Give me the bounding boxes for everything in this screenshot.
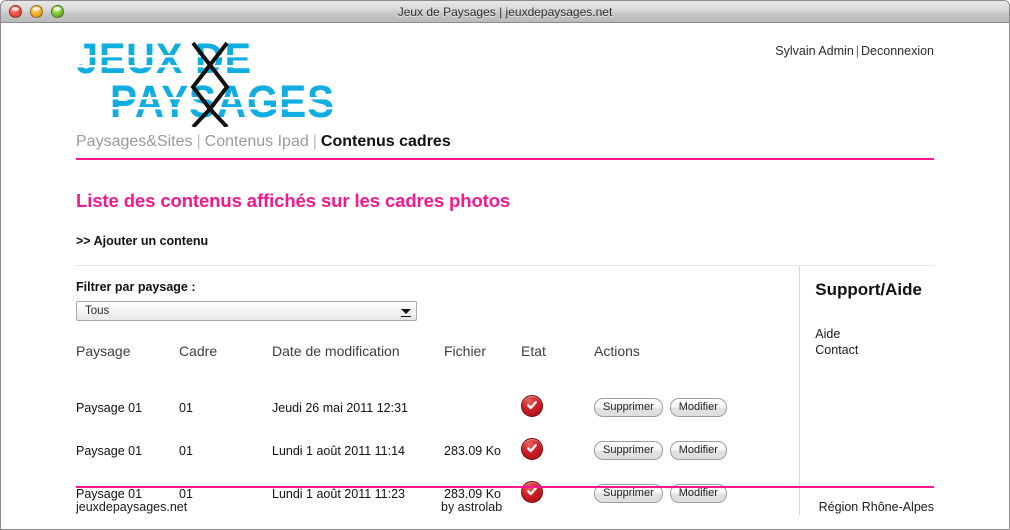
site-header: JEUX DE PAYSAGES Sylvain Admin | Deconne… bbox=[76, 23, 934, 133]
main-navigation: Paysages&Sites | Contenus Ipad | Contenus ca… bbox=[76, 133, 934, 160]
table-row: Paysage 01 01 Jeudi 26 mai 2011 12:31 Su… bbox=[76, 386, 789, 429]
page-title: Liste des contenus affichés sur les cadr… bbox=[76, 190, 511, 211]
cell-date: Jeudi 26 mai 2011 12:31 bbox=[272, 400, 408, 415]
window-controls bbox=[9, 5, 64, 18]
main-column: Filtrer par paysage : Tous Paysage Cadre… bbox=[76, 266, 799, 515]
footer-credit: by astrolab bbox=[441, 500, 503, 514]
footer-region: Région Rhône-Alpes bbox=[818, 500, 934, 514]
nav-divider-2: | bbox=[312, 133, 317, 150]
column-header-cadre: Cadre bbox=[179, 343, 218, 359]
add-content-link[interactable]: >> Ajouter un contenu bbox=[76, 234, 208, 248]
column-header-date: Date de modification bbox=[272, 343, 400, 359]
nav-item-paysages-sites[interactable]: Paysages&Sites bbox=[76, 133, 193, 150]
cell-cadre: 01 bbox=[179, 400, 193, 415]
user-bar: Sylvain Admin | Deconnexion bbox=[775, 44, 934, 58]
sidebar-item-contact[interactable]: Contact bbox=[815, 342, 934, 358]
nav-item-contenus-ipad[interactable]: Contenus Ipad bbox=[205, 133, 309, 150]
content-area: Filtrer par paysage : Tous Paysage Cadre… bbox=[76, 265, 934, 515]
close-button[interactable] bbox=[9, 5, 22, 18]
logout-link[interactable]: Deconnexion bbox=[861, 44, 934, 58]
paysage-filter-value: Tous bbox=[85, 305, 110, 317]
column-header-fichier: Fichier bbox=[444, 343, 487, 359]
site-footer: jeuxdepaysages.net by astrolab Région Rh… bbox=[76, 486, 934, 514]
column-header-actions: Actions bbox=[594, 343, 640, 359]
page-body: JEUX DE PAYSAGES Sylvain Admin | Deconne… bbox=[1, 23, 1009, 529]
user-separator: | bbox=[855, 44, 860, 58]
nav-item-contenus-cadres[interactable]: Contenus cadres bbox=[321, 133, 451, 150]
delete-button[interactable]: Supprimer bbox=[594, 441, 663, 460]
cell-cadre: 01 bbox=[179, 443, 193, 458]
zoom-button[interactable] bbox=[51, 5, 64, 18]
sidebar-item-aide[interactable]: Aide bbox=[815, 326, 934, 342]
cell-actions: Supprimer Modifier bbox=[594, 386, 789, 429]
support-sidebar: Support/Aide Aide Contact bbox=[799, 266, 934, 515]
nav-divider-1: | bbox=[196, 133, 201, 150]
cell-fichier bbox=[444, 386, 521, 429]
window-titlebar: Jeux de Paysages | jeuxdepaysages.net bbox=[1, 1, 1009, 23]
table-header-row: Paysage Cadre Date de modification Fichi… bbox=[76, 343, 789, 386]
chevron-down-icon bbox=[401, 305, 411, 317]
filter-label: Filtrer par paysage : bbox=[76, 280, 196, 294]
sidebar-title: Support/Aide bbox=[815, 280, 922, 299]
footer-site-name: jeuxdepaysages.net bbox=[76, 500, 188, 514]
column-header-etat: Etat bbox=[521, 343, 546, 359]
edit-button[interactable]: Modifier bbox=[669, 398, 727, 417]
cell-fichier: 283.09 Ko bbox=[444, 443, 501, 458]
cell-date: Lundi 1 août 2011 11:14 bbox=[272, 443, 405, 458]
paysage-filter-select[interactable]: Tous bbox=[76, 301, 417, 321]
cell-paysage: Paysage 01 bbox=[76, 400, 143, 415]
edit-button[interactable]: Modifier bbox=[669, 441, 727, 460]
user-name: Sylvain Admin bbox=[775, 44, 854, 58]
status-valid-icon bbox=[521, 438, 543, 460]
cell-paysage: Paysage 01 bbox=[76, 443, 143, 458]
window-title: Jeux de Paysages | jeuxdepaysages.net bbox=[397, 4, 613, 19]
site-logo[interactable]: JEUX DE PAYSAGES bbox=[76, 35, 336, 129]
browser-window: Jeux de Paysages | jeuxdepaysages.net JE… bbox=[0, 0, 1010, 530]
delete-button[interactable]: Supprimer bbox=[594, 398, 663, 417]
table-row: Paysage 01 01 Lundi 1 août 2011 11:14 28… bbox=[76, 429, 789, 472]
cell-etat bbox=[521, 429, 594, 472]
minimize-button[interactable] bbox=[30, 5, 43, 18]
column-header-paysage: Paysage bbox=[76, 343, 131, 359]
status-valid-icon bbox=[521, 395, 543, 417]
cell-actions: Supprimer Modifier bbox=[594, 429, 789, 472]
cell-etat bbox=[521, 386, 594, 429]
